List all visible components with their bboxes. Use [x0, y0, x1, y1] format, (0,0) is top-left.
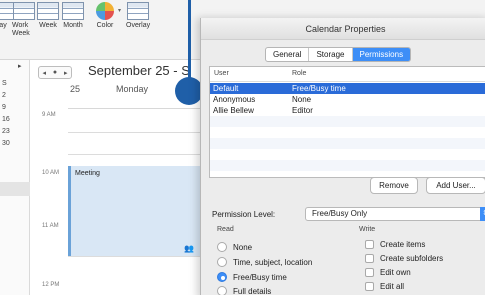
- read-section-header: Read: [217, 226, 234, 233]
- today-dot-icon[interactable]: ●: [53, 69, 57, 76]
- week-icon: [37, 2, 59, 20]
- checkbox[interactable]: [365, 282, 374, 291]
- radio-button[interactable]: [217, 242, 227, 252]
- user-cell: Default: [213, 84, 239, 93]
- week-view-button[interactable]: Week: [37, 2, 59, 30]
- dropdown-arrow-icon: ⇕: [480, 207, 485, 221]
- checkbox-label: Edit own: [380, 268, 411, 277]
- table-row[interactable]: Default Free/Busy time: [210, 83, 485, 94]
- mini-calendar-date[interactable]: 16: [2, 116, 10, 123]
- empty-row: [210, 138, 485, 149]
- write-option-create-subfolders[interactable]: Create subfolders: [365, 254, 443, 263]
- overlay-icon: [127, 2, 150, 20]
- calendar-properties-dialog: Calendar Properties General Storage Perm…: [200, 18, 485, 295]
- read-option-free-busy[interactable]: Free/Busy time: [217, 272, 287, 282]
- calendar-event[interactable]: Meeting 👥: [68, 166, 200, 256]
- hour-line: [68, 154, 200, 155]
- radio-label: Time, subject, location: [233, 257, 313, 267]
- tab-permissions[interactable]: Permissions: [352, 48, 411, 61]
- tab-storage[interactable]: Storage: [309, 48, 353, 61]
- hour-label: 10 AM: [42, 170, 60, 176]
- checkbox[interactable]: [365, 240, 374, 249]
- hour-label: 11 AM: [42, 223, 59, 229]
- user-cell: Allie Bellew: [213, 106, 254, 115]
- dialog-title: Calendar Properties: [201, 18, 485, 40]
- permission-level-select[interactable]: Free/Busy Only ⇕: [305, 207, 485, 221]
- user-cell: Anonymous: [213, 95, 256, 104]
- mini-calendar-date[interactable]: 23: [2, 128, 10, 135]
- month-view-button[interactable]: Month: [62, 2, 84, 30]
- mini-calendar-selection: [0, 182, 30, 196]
- radio-button-selected[interactable]: [217, 272, 227, 282]
- mini-calendar-weekday: S: [2, 80, 7, 87]
- mini-calendar-date[interactable]: 9: [2, 104, 6, 111]
- radio-label: Full details: [233, 286, 272, 295]
- radio-button[interactable]: [217, 286, 227, 295]
- hour-label: 9 AM: [42, 112, 56, 118]
- read-option-time-subject-location[interactable]: Time, subject, location: [217, 257, 312, 267]
- work-week-view-button[interactable]: Work Week: [12, 2, 36, 38]
- calendar-nav-control[interactable]: ◂ ● ▸: [38, 66, 72, 79]
- table-header: User Role: [210, 67, 485, 82]
- event-title: Meeting: [75, 170, 100, 177]
- mini-calendar: ▸ S 2 9 16 23 30: [0, 60, 30, 295]
- calendar-day-view: ◂ ● ▸ September 25 - S 25 Monday 9 AM 10…: [30, 60, 200, 295]
- role-cell: None: [292, 95, 312, 104]
- remove-button[interactable]: Remove: [370, 177, 418, 194]
- work-week-icon: [13, 2, 35, 20]
- permission-level-label: Permission Level:: [212, 210, 276, 219]
- write-section-header: Write: [359, 226, 376, 233]
- chevron-left-icon[interactable]: ◂: [42, 69, 46, 77]
- radio-button[interactable]: [217, 257, 227, 267]
- role-cell: Editor: [292, 106, 313, 115]
- column-header-user[interactable]: User: [214, 70, 229, 77]
- half-hour-line: [68, 132, 200, 133]
- checkbox[interactable]: [365, 268, 374, 277]
- calendar-date-title: September 25 - S: [88, 63, 190, 78]
- permission-level-value: Free/Busy Only: [312, 209, 368, 218]
- checkbox-label: Create subfolders: [380, 254, 444, 263]
- table-row[interactable]: Allie Bellew Editor: [210, 105, 485, 116]
- tab-general[interactable]: General: [266, 48, 310, 61]
- write-option-edit-all[interactable]: Edit all: [365, 282, 404, 291]
- chevron-right-icon[interactable]: ▸: [18, 62, 22, 70]
- table-row[interactable]: Anonymous None: [210, 94, 485, 105]
- hour-line: [68, 256, 200, 257]
- write-option-edit-own[interactable]: Edit own: [365, 268, 411, 277]
- permissions-table: User Role Default Free/Busy time Anonymo…: [209, 66, 485, 178]
- radio-label: Free/Busy time: [233, 272, 287, 282]
- mini-calendar-date[interactable]: 30: [2, 140, 10, 147]
- column-header-role[interactable]: Role: [292, 70, 306, 77]
- day-name: Monday: [116, 84, 149, 94]
- checkbox[interactable]: [365, 254, 374, 263]
- checkbox-label: Edit all: [380, 282, 405, 291]
- color-button[interactable]: ▾ Color: [96, 2, 121, 30]
- mini-calendar-date[interactable]: 2: [2, 92, 6, 99]
- write-option-create-items[interactable]: Create items: [365, 240, 425, 249]
- dialog-tabs: General Storage Permissions: [265, 47, 412, 62]
- read-option-none[interactable]: None: [217, 242, 252, 252]
- add-user-button[interactable]: Add User...: [426, 177, 485, 194]
- color-wheel-icon: [96, 2, 114, 20]
- month-icon: [62, 2, 84, 20]
- overlay-button[interactable]: Overlay: [126, 2, 150, 30]
- role-cell: Free/Busy time: [292, 84, 346, 93]
- day-number: 25: [70, 84, 81, 94]
- empty-row: [210, 160, 485, 171]
- annotation-pointer-line: [188, 0, 191, 88]
- hour-label: 12 PM: [42, 282, 60, 288]
- attendees-icon: 👥: [184, 244, 194, 253]
- empty-row: [210, 116, 485, 127]
- checkbox-label: Create items: [380, 240, 426, 249]
- radio-label: None: [233, 242, 253, 252]
- read-option-full-details[interactable]: Full details: [217, 286, 271, 295]
- chevron-down-icon: ▾: [117, 8, 121, 14]
- annotation-pointer-dot: [175, 77, 203, 105]
- chevron-right-icon[interactable]: ▸: [64, 69, 68, 77]
